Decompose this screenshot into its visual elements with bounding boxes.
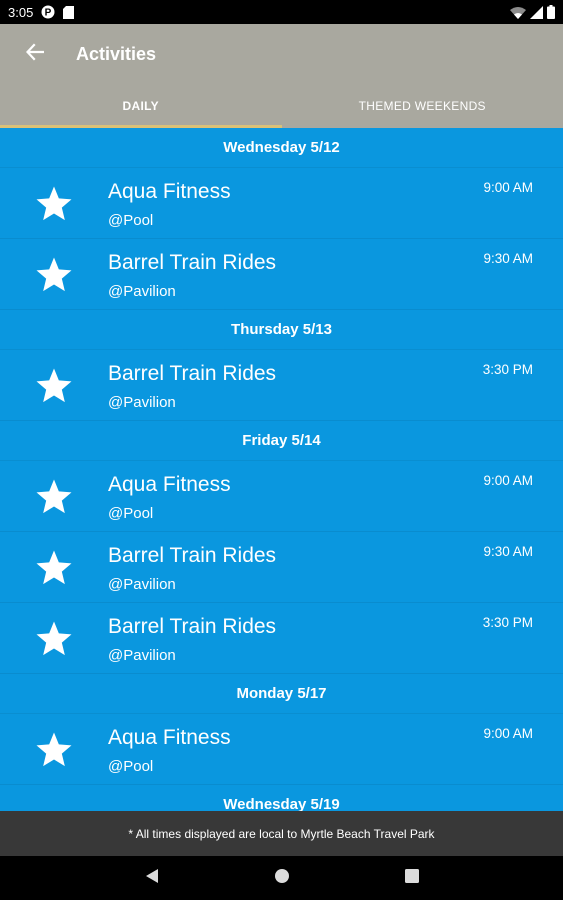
activity-location: @Pavilion [108, 283, 176, 300]
activity-time: 3:30 PM [482, 362, 533, 377]
back-button[interactable] [0, 24, 70, 84]
star-icon[interactable] [34, 619, 74, 659]
date-header: Thursday 5/13 [0, 310, 563, 350]
system-nav-bar [0, 856, 563, 900]
activities-list[interactable]: Wednesday 5/12 Aqua Fitness @Pool 9:00 A… [0, 128, 563, 811]
wifi-icon [510, 6, 526, 19]
p-notification-icon: P [41, 5, 55, 19]
activity-time: 9:30 AM [483, 544, 533, 559]
arrow-back-icon [25, 42, 45, 66]
activity-row[interactable]: Barrel Train Rides @Pavilion 3:30 PM [0, 603, 563, 674]
sd-card-icon [63, 5, 75, 19]
activity-location: @Pool [108, 758, 154, 775]
tab-daily[interactable]: DAILY [0, 84, 282, 128]
star-icon[interactable] [34, 548, 74, 588]
signal-icon [530, 5, 543, 19]
status-time: 3:05 [8, 4, 34, 20]
date-header: Wednesday 5/19 [0, 785, 563, 811]
star-icon[interactable] [34, 184, 74, 224]
date-header: Wednesday 5/12 [0, 128, 563, 168]
activity-location: @Pool [108, 505, 154, 522]
tab-themed-weekends[interactable]: THEMED WEEKENDS [282, 84, 563, 128]
recents-square-icon [404, 868, 419, 888]
activity-location: @Pavilion [108, 394, 176, 411]
back-triangle-icon [145, 868, 159, 889]
activity-row[interactable]: Aqua Fitness @Pool 9:00 AM [0, 714, 563, 785]
activity-row[interactable]: Barrel Train Rides @Pavilion 3:30 PM [0, 350, 563, 421]
status-right [510, 5, 555, 19]
app-bar: Activities DAILY THEMED WEEKENDS [0, 24, 563, 128]
activity-name: Barrel Train Rides [108, 362, 277, 385]
nav-recents-button[interactable] [392, 858, 432, 898]
activity-location: @Pavilion [108, 576, 176, 593]
nav-home-button[interactable] [262, 858, 302, 898]
activity-name: Barrel Train Rides [108, 615, 277, 638]
activity-row[interactable]: Aqua Fitness @Pool 9:00 AM [0, 168, 563, 239]
star-icon[interactable] [34, 730, 74, 770]
status-left: 3:05 P [8, 4, 75, 20]
activity-name: Barrel Train Rides [108, 544, 277, 567]
activity-row[interactable]: Barrel Train Rides @Pavilion 9:30 AM [0, 239, 563, 310]
activity-location: @Pool [108, 212, 154, 229]
battery-icon [547, 5, 555, 19]
page-title: Activities [76, 43, 157, 64]
toolbar: Activities [0, 24, 563, 84]
date-header: Friday 5/14 [0, 421, 563, 461]
status-bar: 3:05 P [0, 0, 563, 24]
activity-time: 9:30 AM [483, 251, 533, 266]
star-icon[interactable] [34, 366, 74, 406]
star-icon[interactable] [34, 255, 74, 295]
nav-back-button[interactable] [132, 858, 172, 898]
activity-name: Aqua Fitness [108, 726, 231, 749]
home-circle-icon [274, 868, 290, 889]
activity-name: Barrel Train Rides [108, 251, 277, 274]
activity-name: Aqua Fitness [108, 180, 231, 203]
activity-row[interactable]: Barrel Train Rides @Pavilion 9:30 AM [0, 532, 563, 603]
activity-location: @Pavilion [108, 647, 176, 664]
svg-text:P: P [45, 8, 52, 19]
star-icon[interactable] [34, 477, 74, 517]
activity-time: 9:00 AM [483, 726, 533, 741]
activity-name: Aqua Fitness [108, 473, 231, 496]
activity-time: 9:00 AM [483, 180, 533, 195]
activity-time: 3:30 PM [482, 615, 533, 630]
timezone-note: * All times displayed are local to Myrtl… [0, 811, 563, 856]
date-header: Monday 5/17 [0, 674, 563, 714]
activity-time: 9:00 AM [483, 473, 533, 488]
activity-row[interactable]: Aqua Fitness @Pool 9:00 AM [0, 461, 563, 532]
tab-bar: DAILY THEMED WEEKENDS [0, 84, 563, 128]
